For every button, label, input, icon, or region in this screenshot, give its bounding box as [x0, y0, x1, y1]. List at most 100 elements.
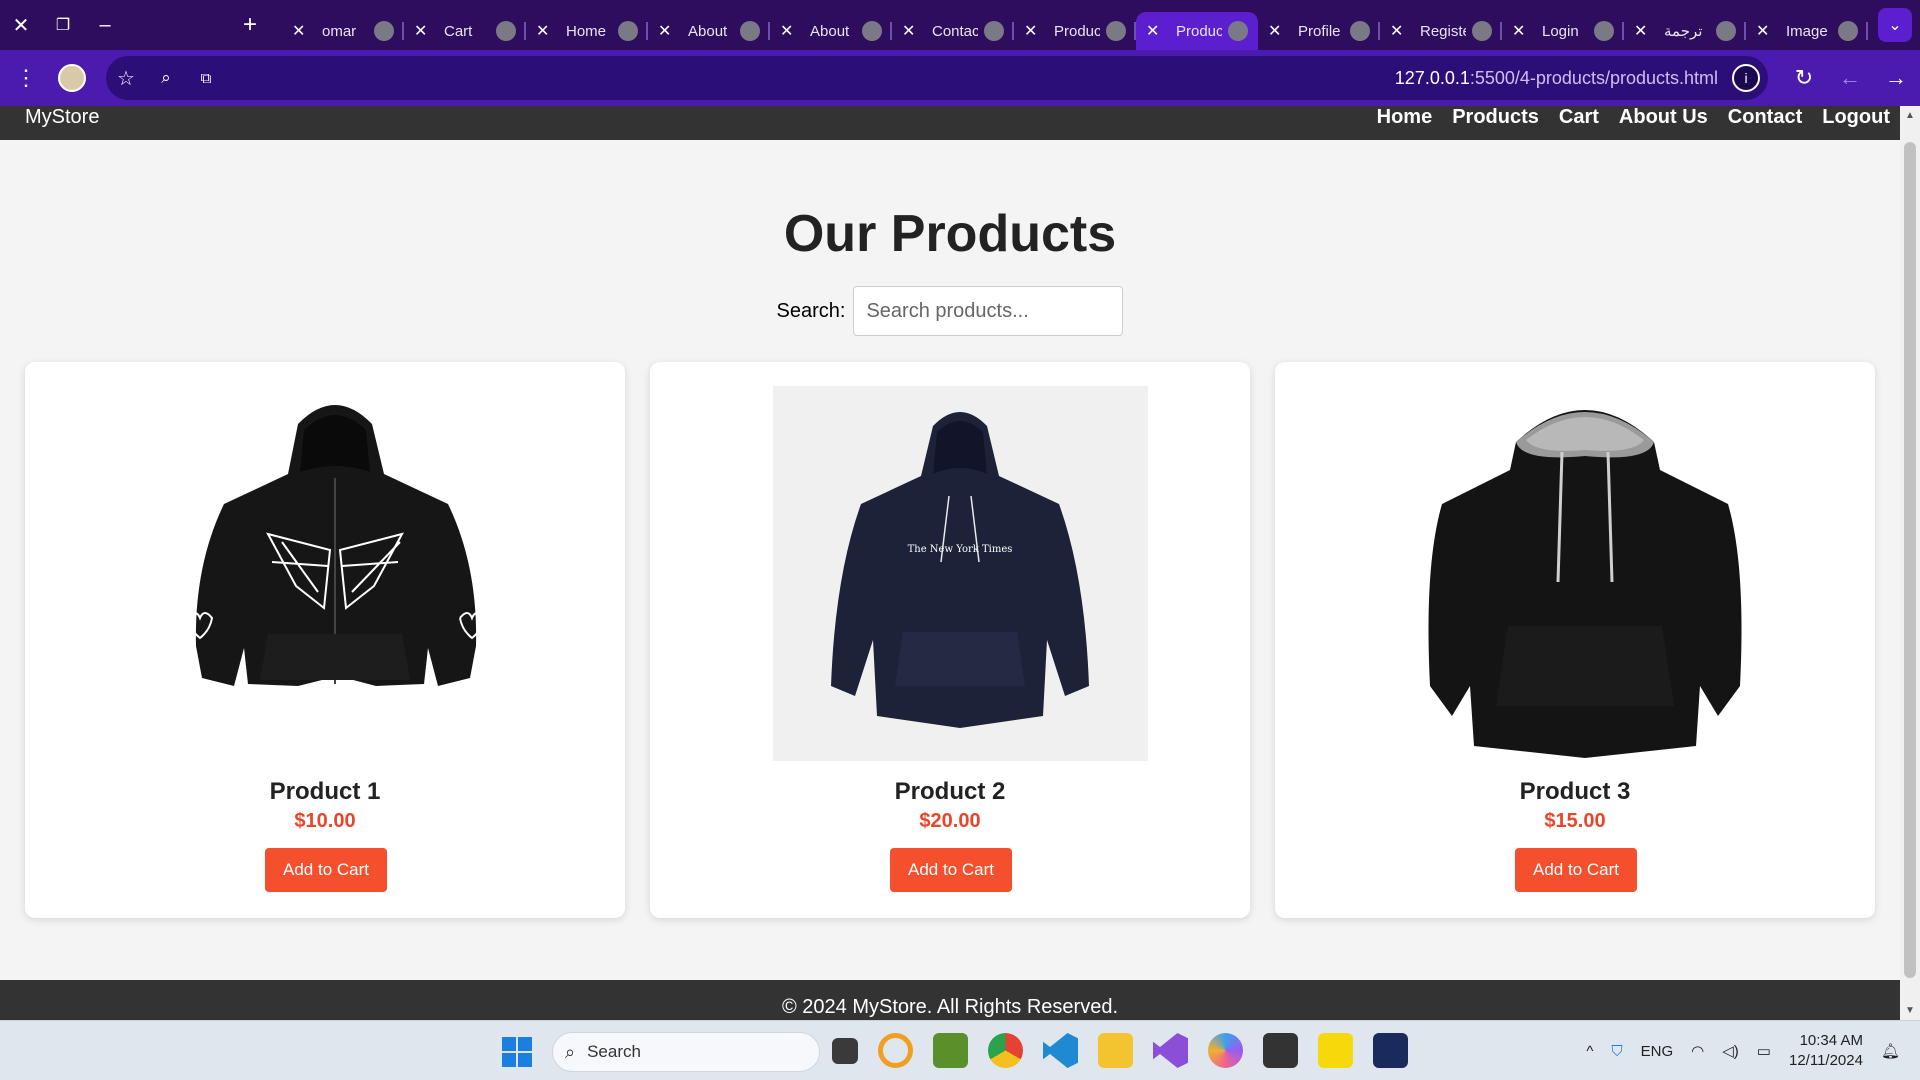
add-to-cart-button[interactable]: Add to Cart — [890, 848, 1012, 892]
minimize-window-icon[interactable]: – — [84, 0, 126, 50]
browser-tab[interactable]: ✕ Profile — [1258, 12, 1380, 50]
site-info-icon[interactable]: i — [1732, 64, 1760, 92]
chrome-icon[interactable] — [988, 1033, 1023, 1068]
browser-tab[interactable]: ✕ Products — [1136, 12, 1258, 50]
browser-tab[interactable]: ✕ Products — [1014, 12, 1136, 50]
taskbar: ⌕ Search ^ ⛉ ENG ◠ ◁) ▭ 10:34 AM 12/11/2… — [0, 1020, 1920, 1080]
nav-link-home[interactable]: Home — [1377, 106, 1433, 129]
translate-icon[interactable]: ⧉ — [186, 70, 226, 87]
omnibox[interactable]: ☆ ⌕ ⧉ 127.0.0.1:5500/4-products/products… — [106, 56, 1768, 100]
close-tab-icon[interactable]: ✕ — [902, 21, 920, 41]
product-image-black-spiderweb-zip-hoodie[interactable] — [148, 386, 523, 761]
close-tab-icon[interactable]: ✕ — [414, 21, 432, 41]
product-price: $10.00 — [294, 810, 356, 832]
notification-bell-icon[interactable]: 🔔︎ — [1881, 1042, 1900, 1060]
sticky-notes-icon[interactable] — [1318, 1033, 1353, 1068]
chevron-up-icon[interactable]: ^ — [1586, 1043, 1593, 1060]
visual-studio-icon[interactable] — [1153, 1033, 1188, 1068]
browser-tab[interactable]: ✕ Contact — [892, 12, 1014, 50]
sublime-icon[interactable] — [1263, 1033, 1298, 1068]
close-tab-icon[interactable]: ✕ — [658, 21, 676, 41]
search-input[interactable] — [853, 286, 1124, 336]
browser-tab[interactable]: ✕ Login — [1502, 12, 1624, 50]
close-tab-icon[interactable]: ✕ — [1512, 21, 1530, 41]
close-tab-icon[interactable]: ✕ — [1268, 21, 1286, 41]
product-name[interactable]: Product 2 — [650, 778, 1250, 806]
url-text[interactable]: 127.0.0.1:5500/4-products/products.html — [1395, 68, 1718, 89]
forward-icon[interactable]: → — [1882, 65, 1910, 91]
tab-strip: ✕ ❐ – + ✕ omar ✕ Cart ✕ Home ✕ About ✕ About ✕ Cont… — [0, 0, 1920, 50]
windows-start-icon[interactable] — [502, 1037, 532, 1067]
language-indicator[interactable]: ENG — [1641, 1043, 1674, 1060]
nav-link-about-us[interactable]: About Us — [1619, 106, 1708, 129]
tab-favicon-icon — [496, 21, 516, 41]
bookmark-star-icon[interactable]: ☆ — [106, 66, 146, 91]
browser-tab[interactable]: ✕ ترجمة — [1624, 12, 1746, 50]
add-to-cart-button[interactable]: Add to Cart — [265, 848, 387, 892]
hackerrank-icon[interactable] — [1373, 1033, 1408, 1068]
defender-icon[interactable]: ⛉ — [1611, 1043, 1622, 1060]
new-tab-button[interactable]: + — [230, 0, 270, 50]
product-price: $15.00 — [1544, 810, 1606, 832]
browser-tab[interactable]: ✕ Cart — [404, 12, 526, 50]
nav-link-products[interactable]: Products — [1452, 106, 1539, 129]
page-scrollbar[interactable]: ▲ ▼ — [1900, 106, 1920, 1020]
close-tab-icon[interactable]: ✕ — [1390, 21, 1408, 41]
browser-tab[interactable]: ✕ omar — [282, 12, 404, 50]
site-footer: © 2024 MyStore. All Rights Reserved. — [0, 980, 1900, 1020]
page-title: Our Products — [783, 205, 1117, 263]
battery-icon[interactable]: ▭ — [1757, 1042, 1771, 1060]
close-window-icon[interactable]: ✕ — [0, 0, 42, 50]
clock[interactable]: 10:34 AM 12/11/2024 — [1789, 1031, 1863, 1071]
vscode-icon[interactable] — [1043, 1033, 1078, 1068]
browser-tab[interactable]: ✕ Register — [1380, 12, 1502, 50]
file-explorer-icon[interactable] — [1098, 1033, 1133, 1068]
scroll-down-icon[interactable]: ▼ — [1900, 1005, 1920, 1016]
tab-favicon-icon — [618, 21, 638, 41]
tab-title: Login — [1542, 22, 1579, 40]
task-view-icon[interactable] — [832, 1038, 858, 1064]
nav-link-logout[interactable]: Logout — [1822, 106, 1890, 129]
reload-icon[interactable]: ↻ — [1790, 65, 1818, 91]
browser-tab[interactable]: ✕ Image — [1746, 12, 1868, 50]
browser-tab[interactable]: ✕ About — [648, 12, 770, 50]
nav-link-contact[interactable]: Contact — [1728, 106, 1802, 129]
product-name[interactable]: Product 3 — [1275, 778, 1875, 806]
taskbar-search[interactable]: ⌕ Search — [552, 1032, 820, 1072]
clock-time: 10:34 AM — [1799, 1032, 1863, 1049]
app-green-icon[interactable] — [933, 1033, 968, 1068]
tab-favicon-icon — [1106, 21, 1126, 41]
close-tab-icon[interactable]: ✕ — [536, 21, 554, 41]
site-brand[interactable]: MyStore — [25, 106, 99, 129]
add-to-cart-button[interactable]: Add to Cart — [1515, 848, 1637, 892]
copilot-icon[interactable] — [1208, 1033, 1243, 1068]
search-icon: ⌕ — [565, 1041, 576, 1062]
profile-avatar[interactable] — [58, 64, 86, 92]
close-tab-icon[interactable]: ✕ — [1146, 21, 1164, 41]
close-tab-icon[interactable]: ✕ — [1634, 21, 1652, 41]
scrollbar-thumb[interactable] — [1904, 142, 1916, 978]
product-image-navy-nyt-hoodie[interactable]: The New York Times — [773, 386, 1148, 761]
back-icon[interactable]: ← — [1836, 65, 1864, 91]
tab-title: Profile — [1298, 22, 1341, 40]
close-tab-icon[interactable]: ✕ — [780, 21, 798, 41]
volume-icon[interactable]: ◁) — [1722, 1042, 1739, 1060]
product-image-black-gray-hood-hoodie[interactable] — [1398, 386, 1773, 761]
wifi-icon[interactable]: ◠ — [1691, 1042, 1704, 1060]
zoom-icon[interactable]: ⌕ — [146, 68, 186, 88]
tab-favicon-icon — [1350, 21, 1370, 41]
tab-search-icon[interactable]: ⌄ — [1878, 8, 1912, 42]
browser-tab[interactable]: ✕ Home — [526, 12, 648, 50]
close-tab-icon[interactable]: ✕ — [292, 21, 310, 41]
nav-link-cart[interactable]: Cart — [1559, 106, 1599, 129]
restore-window-icon[interactable]: ❐ — [42, 0, 84, 50]
product-name[interactable]: Product 1 — [25, 778, 625, 806]
close-tab-icon[interactable]: ✕ — [1024, 21, 1042, 41]
opera-icon[interactable] — [878, 1033, 913, 1068]
scroll-up-icon[interactable]: ▲ — [1900, 110, 1920, 121]
browser-tab[interactable]: ✕ About — [770, 12, 892, 50]
tab-title: Image — [1786, 22, 1828, 40]
tab-favicon-icon — [1838, 21, 1858, 41]
browser-menu-icon[interactable]: ⋮ — [0, 65, 52, 91]
close-tab-icon[interactable]: ✕ — [1756, 21, 1774, 41]
